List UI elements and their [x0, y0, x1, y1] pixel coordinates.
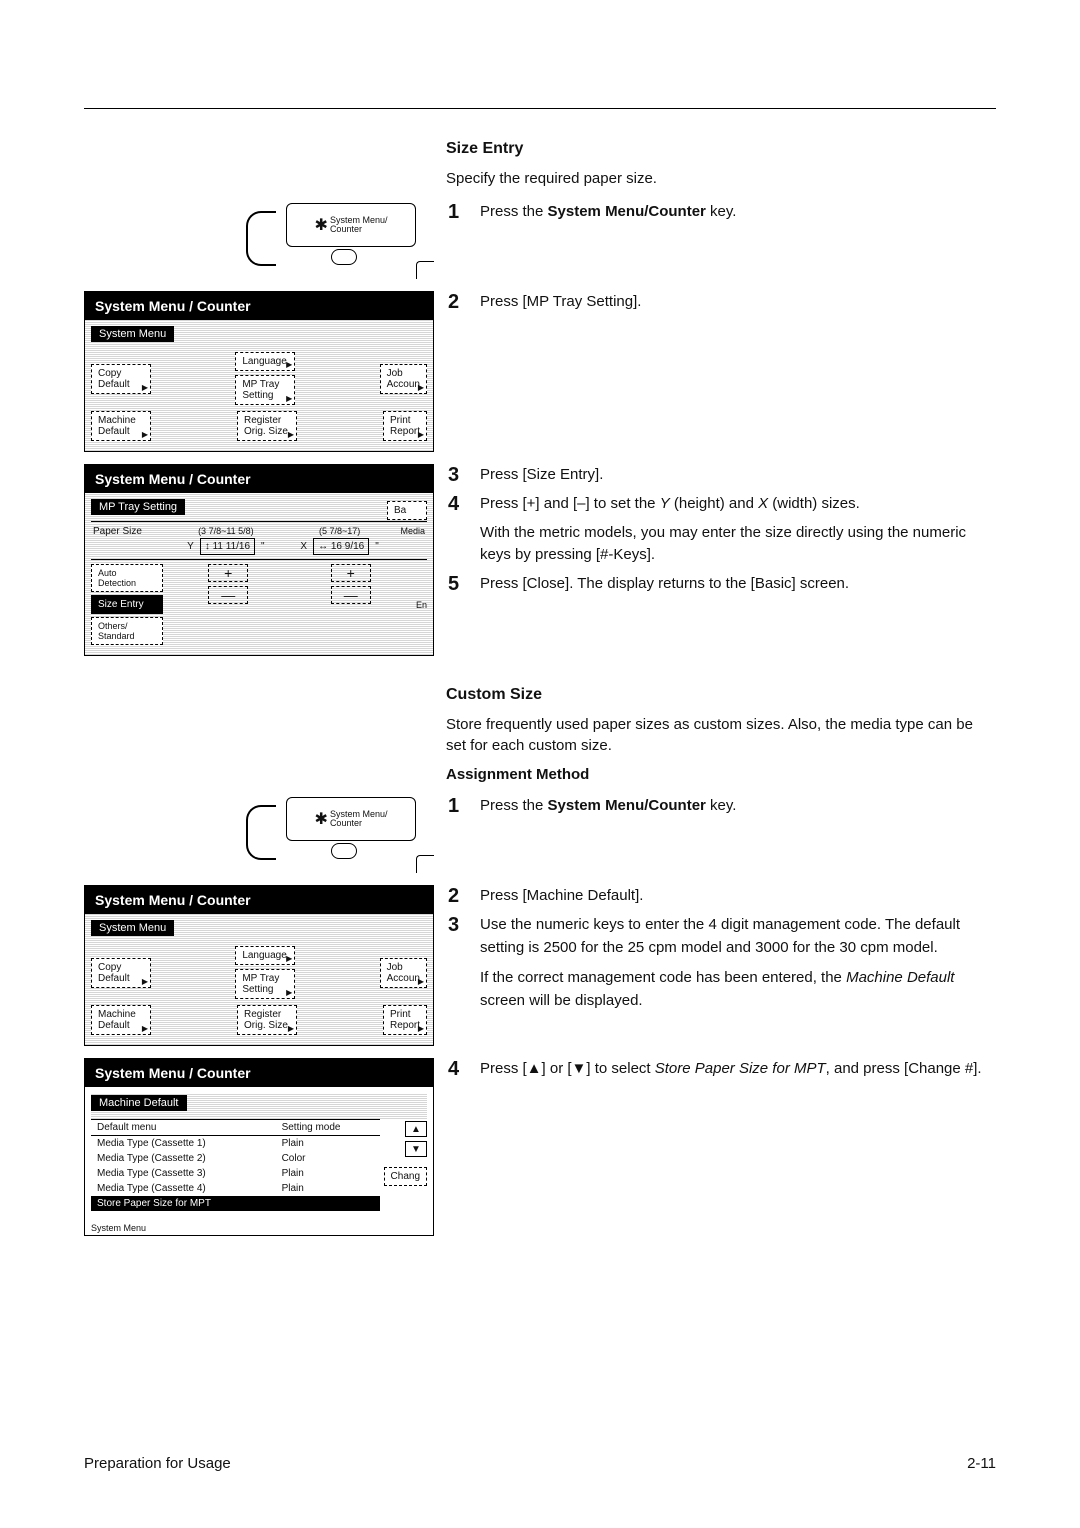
custom-step-2-text: Press [Machine Default].	[480, 885, 643, 908]
key-figure-2: ✱ System Menu/ Counter	[246, 795, 434, 873]
copy-default-button-2[interactable]: Copy Default	[91, 958, 151, 988]
custom-step-num-1: 1	[448, 795, 466, 818]
custom-step-num-2: 2	[448, 885, 466, 908]
lcd-title: System Menu / Counter	[85, 292, 433, 320]
lcd-panel-system-menu: System Menu / Counter System Menu Copy D…	[84, 291, 434, 452]
paper-size-label: Paper Size	[93, 526, 165, 555]
scroll-down-button[interactable]: ▼	[405, 1141, 427, 1157]
step-4-text: Press [+] and [–] to set the Y (height) …	[480, 493, 996, 567]
lcd-title-b: System Menu / Counter	[85, 465, 433, 493]
machine-default-button[interactable]: Machine Default	[91, 411, 151, 441]
en-label-partial: En	[416, 600, 427, 610]
copy-default-button[interactable]: Copy Default	[91, 364, 151, 394]
footer-right: 2-11	[967, 1455, 996, 1472]
print-report-button-2[interactable]: Print Report	[383, 1005, 427, 1035]
size-entry-intro: Specify the required paper size.	[446, 168, 996, 189]
lcd-title-c: System Menu / Counter	[85, 1059, 433, 1087]
others-standard-button[interactable]: Others/ Standard	[91, 617, 163, 645]
star-icon-2: ✱	[315, 809, 328, 829]
x-range: (5 7/8~17)	[319, 526, 360, 536]
size-entry-button[interactable]: Size Entry	[91, 595, 163, 614]
lcd-title-2: System Menu / Counter	[85, 886, 433, 914]
custom-size-intro: Store frequently used paper sizes as cus…	[446, 714, 996, 756]
step-1-text: Press the System Menu/Counter key.	[480, 201, 736, 224]
mp-tray-setting-button[interactable]: MP Tray Setting	[235, 375, 295, 405]
custom-step-num-3: 3	[448, 914, 466, 1012]
table-row: Media Type (Cassette 4)Plain	[91, 1181, 380, 1196]
mp-tray-setting-button-2[interactable]: MP Tray Setting	[235, 969, 295, 999]
table-row: Media Type (Cassette 3)Plain	[91, 1166, 380, 1181]
system-menu-counter-key-2[interactable]: ✱ System Menu/ Counter	[286, 797, 416, 841]
y-range: (3 7/8~11 5/8)	[198, 526, 254, 536]
x-label: X	[300, 541, 307, 552]
back-button[interactable]: Ba	[387, 501, 427, 520]
col-setting-mode: Setting mode	[276, 1120, 380, 1136]
lcd-subtitle-b: MP Tray Setting	[91, 499, 185, 515]
step-2-text: Press [MP Tray Setting].	[480, 291, 641, 314]
lcd-subtitle-c: Machine Default	[91, 1095, 187, 1111]
heading-size-entry: Size Entry	[446, 140, 996, 158]
scroll-up-button[interactable]: ▲	[405, 1121, 427, 1137]
led-icon	[331, 249, 357, 265]
y-unit: "	[261, 541, 265, 552]
table-row-selected: Store Paper Size for MPT	[91, 1196, 380, 1211]
systemmenu-footer: System Menu	[85, 1221, 433, 1235]
y-value: ↕ 11 11/16	[200, 538, 255, 555]
register-orig-size-button[interactable]: Register Orig. Size	[237, 411, 297, 441]
y-plus-button[interactable]: +	[208, 564, 248, 582]
led-icon-2	[331, 843, 357, 859]
step-num-1: 1	[448, 201, 466, 224]
custom-step-4-text: Press [▲] or [▼] to select Store Paper S…	[480, 1058, 982, 1081]
default-table: Default menu Setting mode Media Type (Ca…	[91, 1119, 380, 1211]
x-unit: "	[375, 541, 379, 552]
language-button[interactable]: Language	[235, 352, 295, 371]
x-plus-button[interactable]: +	[331, 564, 371, 582]
heading-assignment-method: Assignment Method	[446, 766, 996, 783]
step-3-text: Press [Size Entry].	[480, 464, 603, 487]
table-row: Media Type (Cassette 2)Color	[91, 1151, 380, 1166]
heading-custom-size: Custom Size	[446, 686, 996, 704]
lcd-panel-machine-default: System Menu / Counter Machine Default De…	[84, 1058, 434, 1236]
custom-step-num-4: 4	[448, 1058, 466, 1081]
col-default-menu: Default menu	[91, 1120, 276, 1136]
job-accounting-button[interactable]: Job Accoun	[380, 364, 427, 394]
job-accounting-button-2[interactable]: Job Accoun	[380, 958, 427, 988]
step-5-text: Press [Close]. The display returns to th…	[480, 573, 849, 596]
key-figure: ✱ System Menu/ Counter	[246, 201, 434, 279]
x-value: ↔ 16 9/16	[313, 538, 369, 555]
y-label: Y	[187, 541, 194, 552]
key-label: System Menu/ Counter	[330, 216, 388, 234]
auto-detection-button[interactable]: Auto Detection	[91, 564, 163, 592]
lcd-panel-system-menu-2: System Menu / Counter System Menu Copy D…	[84, 885, 434, 1046]
step-num-3: 3	[448, 464, 466, 487]
custom-step-1-text: Press the System Menu/Counter key.	[480, 795, 736, 818]
footer-left: Preparation for Usage	[84, 1455, 231, 1472]
lcd-subtitle: System Menu	[91, 326, 174, 342]
lcd-panel-mp-tray-setting: System Menu / Counter MP Tray Setting Ba…	[84, 464, 434, 656]
language-button-2[interactable]: Language	[235, 946, 295, 965]
print-report-button[interactable]: Print Report	[383, 411, 427, 441]
step-num-5: 5	[448, 573, 466, 596]
register-orig-size-button-2[interactable]: Register Orig. Size	[237, 1005, 297, 1035]
y-minus-button[interactable]: —	[208, 586, 248, 604]
x-minus-button[interactable]: —	[331, 586, 371, 604]
lcd-subtitle-2: System Menu	[91, 920, 174, 936]
step-num-4: 4	[448, 493, 466, 567]
key-label-2: System Menu/ Counter	[330, 810, 388, 828]
machine-default-button-2[interactable]: Machine Default	[91, 1005, 151, 1035]
star-icon: ✱	[315, 215, 328, 235]
media-label-partial: Media	[401, 526, 426, 555]
step-num-2: 2	[448, 291, 466, 314]
custom-step-3-text: Use the numeric keys to enter the 4 digi…	[480, 914, 996, 1012]
system-menu-counter-key[interactable]: ✱ System Menu/ Counter	[286, 203, 416, 247]
change-button[interactable]: Chang	[384, 1167, 427, 1186]
table-row: Media Type (Cassette 1)Plain	[91, 1136, 380, 1152]
